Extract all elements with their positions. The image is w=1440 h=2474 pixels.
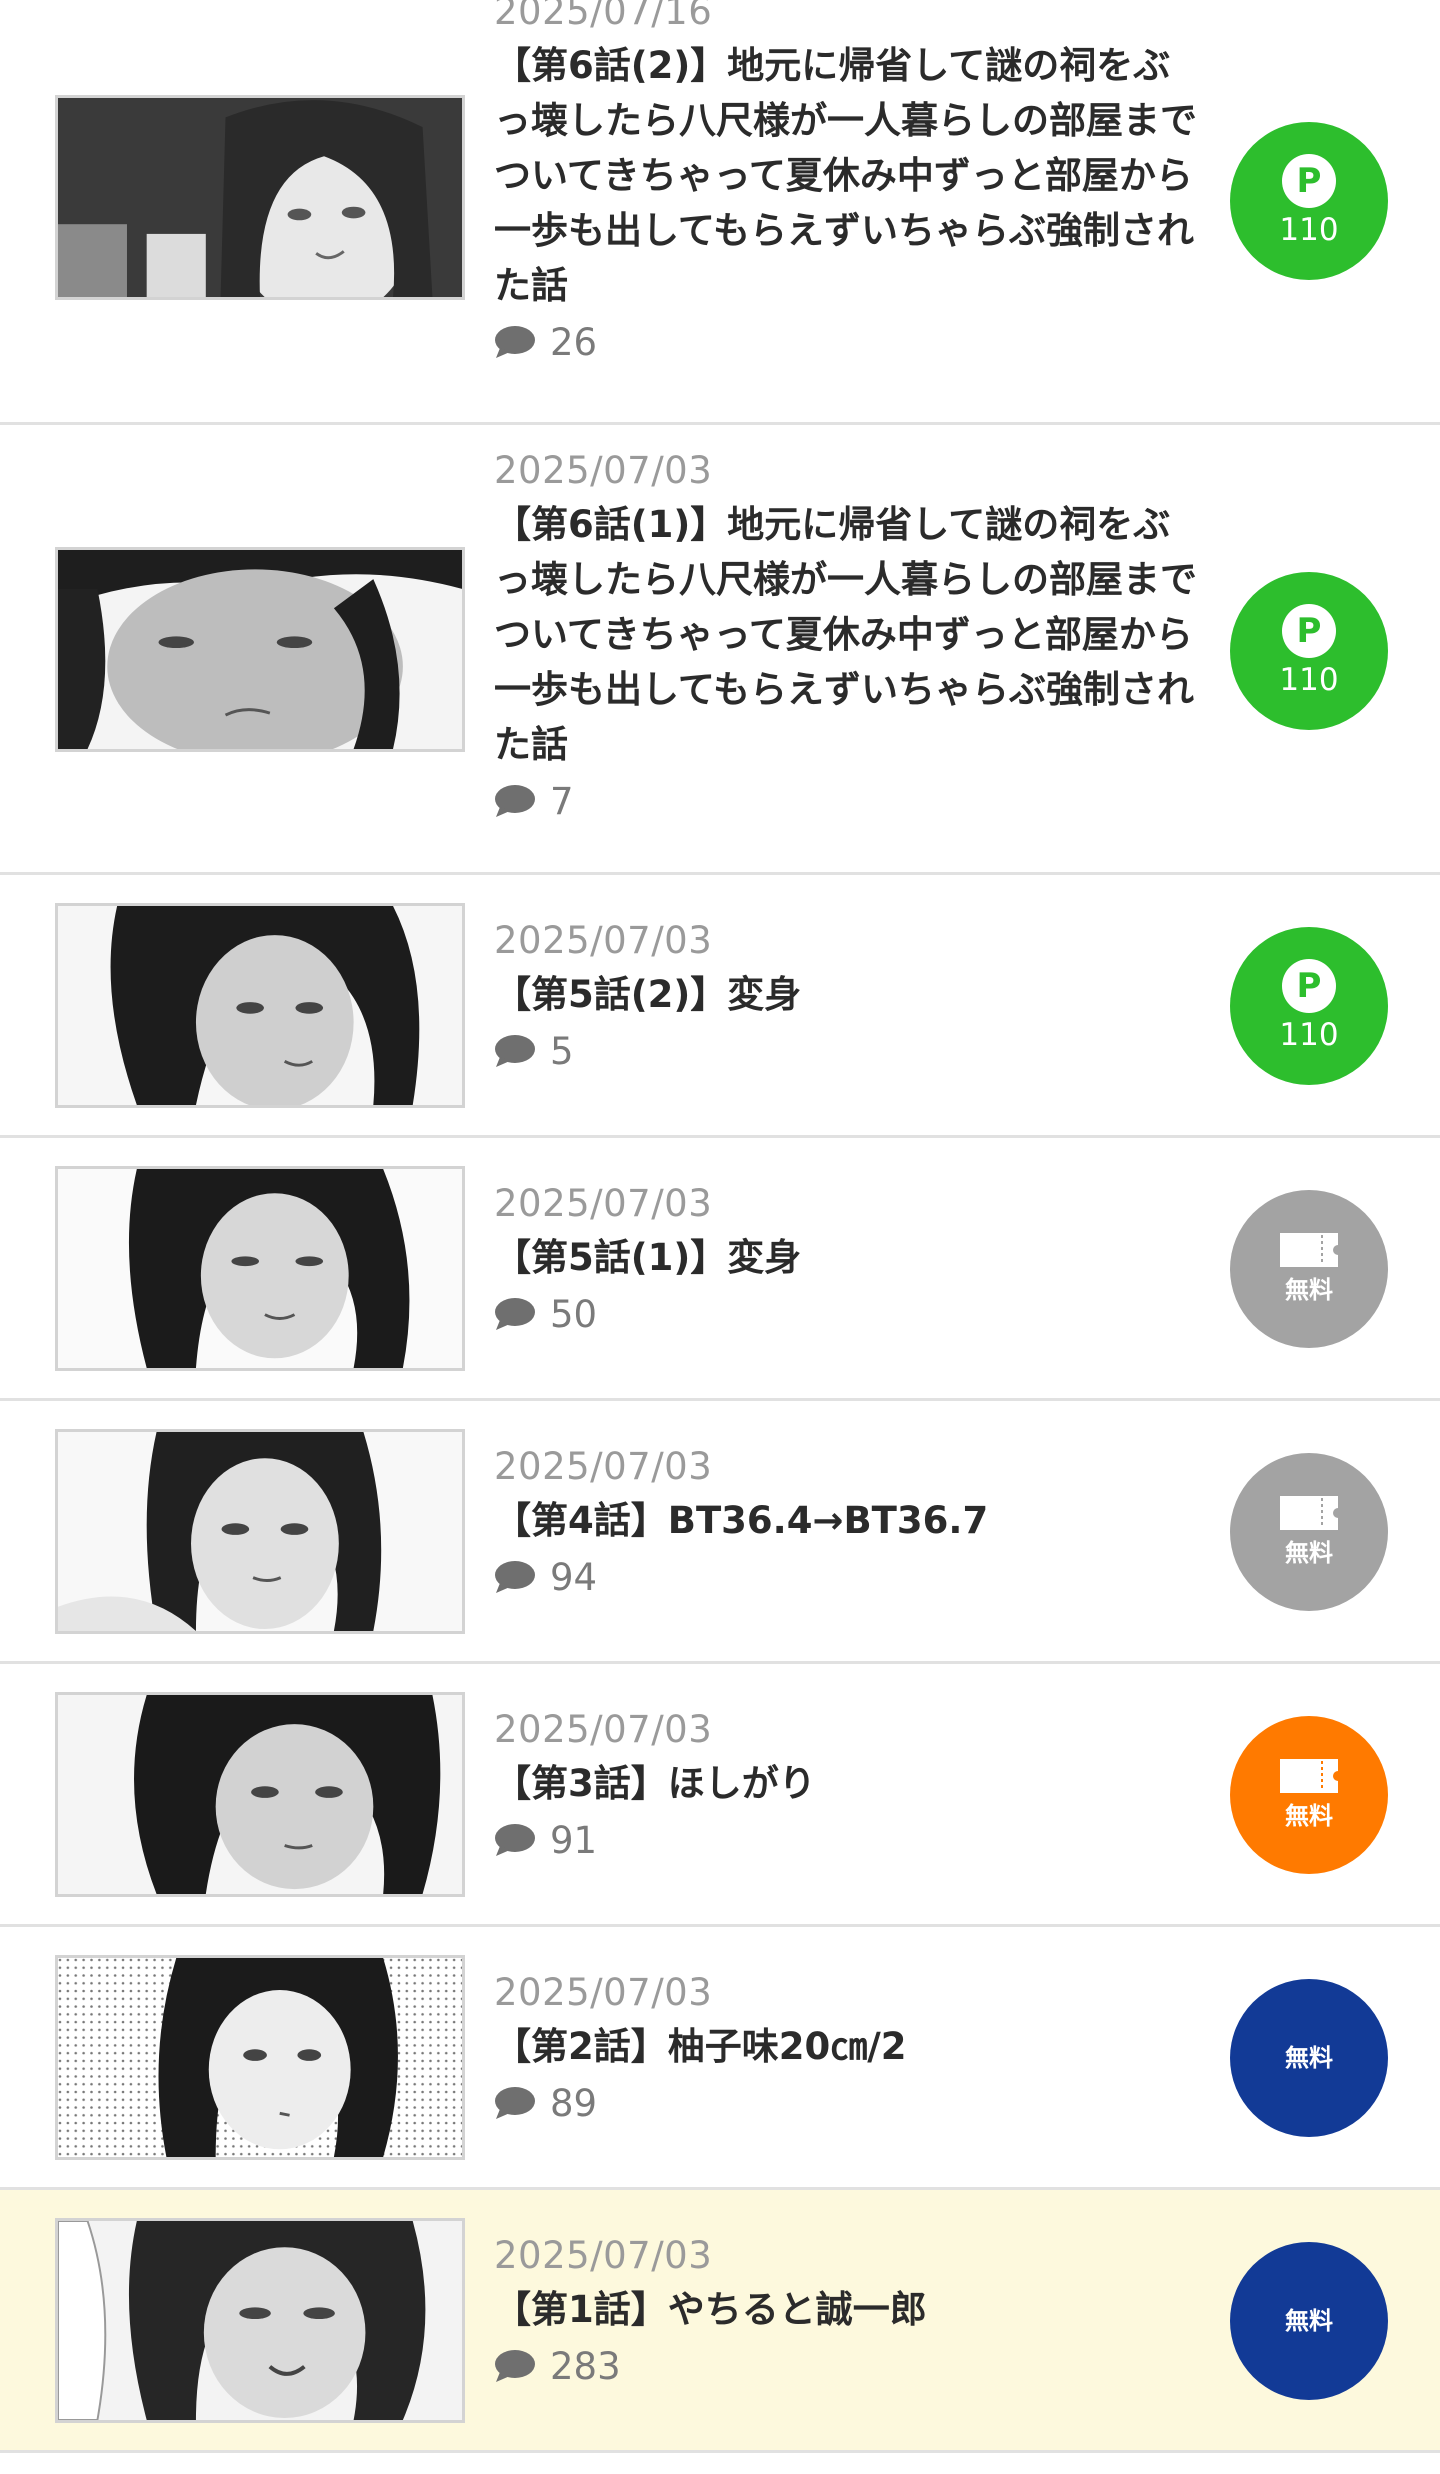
episode-date: 2025/07/03 [494, 2234, 713, 2277]
comment-count: 94 [494, 1552, 1206, 1602]
free-label: 無料 [1285, 2307, 1333, 2335]
comment-bubble-icon [495, 785, 535, 817]
episode-item-6-2[interactable]: 2025/07/16 【第6話(2)】地元に帰省して謎の祠をぶっ壊したら八尺様が… [0, 0, 1440, 425]
comment-count-value: 89 [550, 2081, 598, 2125]
episode-thumbnail [55, 2218, 465, 2423]
episode-item-5-2[interactable]: 2025/07/03 【第5話(2)】変身 5 P 110 [0, 875, 1440, 1138]
episode-title: 【第4話】BT36.4→BT36.7 [494, 1499, 989, 1542]
comment-bubble-icon [495, 2087, 535, 2119]
comment-count: 91 [494, 1815, 1206, 1865]
episode-date: 2025/07/03 [494, 1445, 713, 1488]
episode-thumbnail [55, 903, 465, 1108]
episode-thumbnail [55, 95, 465, 300]
comment-count-value: 50 [550, 1292, 598, 1336]
episode-thumbnail [55, 1692, 465, 1897]
comment-count: 283 [494, 2341, 1206, 2391]
price-badge[interactable]: P 110 [1230, 927, 1388, 1085]
free-label: 無料 [1285, 2044, 1333, 2072]
episode-title: 【第5話(2)】変身 [494, 973, 802, 1016]
episode-date: 2025/07/16 [494, 0, 713, 33]
comment-bubble-icon [495, 1035, 535, 1067]
point-icon: P [1282, 604, 1336, 658]
free-badge[interactable]: 無料 [1230, 1979, 1388, 2137]
comment-bubble-icon [495, 1824, 535, 1856]
episode-date: 2025/07/03 [494, 1708, 713, 1751]
episode-item-3[interactable]: 2025/07/03 【第3話】ほしがり 91 無料 [0, 1664, 1440, 1927]
point-icon: P [1282, 959, 1336, 1013]
episode-item-1[interactable]: 2025/07/03 【第1話】やちると誠一郎 283 無料 [0, 2190, 1440, 2453]
episode-date: 2025/07/03 [494, 919, 713, 962]
comment-count-value: 26 [550, 320, 598, 364]
episode-date: 2025/07/03 [494, 1971, 713, 2014]
comment-bubble-icon [495, 1298, 535, 1330]
comment-count: 50 [494, 1289, 1206, 1339]
comment-bubble-icon [495, 2350, 535, 2382]
comment-count-value: 7 [550, 779, 574, 823]
price-value: 110 [1279, 662, 1339, 698]
ticket-badge[interactable]: 無料 [1230, 1453, 1388, 1611]
comment-count-value: 91 [550, 1818, 598, 1862]
ticket-icon [1280, 1496, 1338, 1530]
comment-count-value: 5 [550, 1029, 574, 1073]
episode-item-2[interactable]: 2025/07/03 【第2話】柚子味20㎝/2 89 無料 [0, 1927, 1440, 2190]
episode-thumbnail [55, 1955, 465, 2160]
price-value: 110 [1279, 1017, 1339, 1053]
ticket-icon [1280, 1759, 1338, 1793]
ticket-badge[interactable]: 無料 [1230, 1716, 1388, 1874]
free-label: 無料 [1285, 1539, 1333, 1567]
free-badge[interactable]: 無料 [1230, 2242, 1388, 2400]
episode-item-5-1[interactable]: 2025/07/03 【第5話(1)】変身 50 無料 [0, 1138, 1440, 1401]
comment-count: 5 [494, 1026, 1206, 1076]
episode-date: 2025/07/03 [494, 1182, 713, 1225]
episode-title: 【第6話(2)】地元に帰省して謎の祠をぶっ壊したら八尺様が一人暮らしの部屋までつ… [494, 44, 1197, 307]
point-icon: P [1282, 154, 1336, 208]
free-label: 無料 [1285, 1802, 1333, 1830]
episode-thumbnail [55, 547, 465, 752]
comment-count-value: 283 [550, 2344, 621, 2388]
episode-date: 2025/07/03 [494, 449, 713, 492]
price-badge[interactable]: P 110 [1230, 122, 1388, 280]
comment-bubble-icon [495, 326, 535, 358]
comment-count: 89 [494, 2078, 1206, 2128]
comment-bubble-icon [495, 1561, 535, 1593]
episode-thumbnail [55, 1166, 465, 1371]
episode-item-6-1[interactable]: 2025/07/03 【第6話(1)】地元に帰省して謎の祠をぶっ壊したら八尺様が… [0, 425, 1440, 875]
episode-title: 【第6話(1)】地元に帰省して謎の祠をぶっ壊したら八尺様が一人暮らしの部屋までつ… [494, 503, 1197, 766]
episode-item-4[interactable]: 2025/07/03 【第4話】BT36.4→BT36.7 94 無料 [0, 1401, 1440, 1664]
price-value: 110 [1279, 212, 1339, 248]
ticket-badge[interactable]: 無料 [1230, 1190, 1388, 1348]
episode-title: 【第2話】柚子味20㎝/2 [494, 2025, 907, 2068]
ticket-icon [1280, 1233, 1338, 1267]
comment-count: 26 [494, 317, 1206, 367]
comment-count-value: 94 [550, 1555, 598, 1599]
episode-thumbnail [55, 1429, 465, 1634]
episode-title: 【第1話】やちると誠一郎 [494, 2288, 927, 2331]
episode-title: 【第5話(1)】変身 [494, 1236, 802, 1279]
price-badge[interactable]: P 110 [1230, 572, 1388, 730]
episode-title: 【第3話】ほしがり [494, 1762, 816, 1805]
comment-count: 7 [494, 776, 1206, 826]
free-label: 無料 [1285, 1276, 1333, 1304]
